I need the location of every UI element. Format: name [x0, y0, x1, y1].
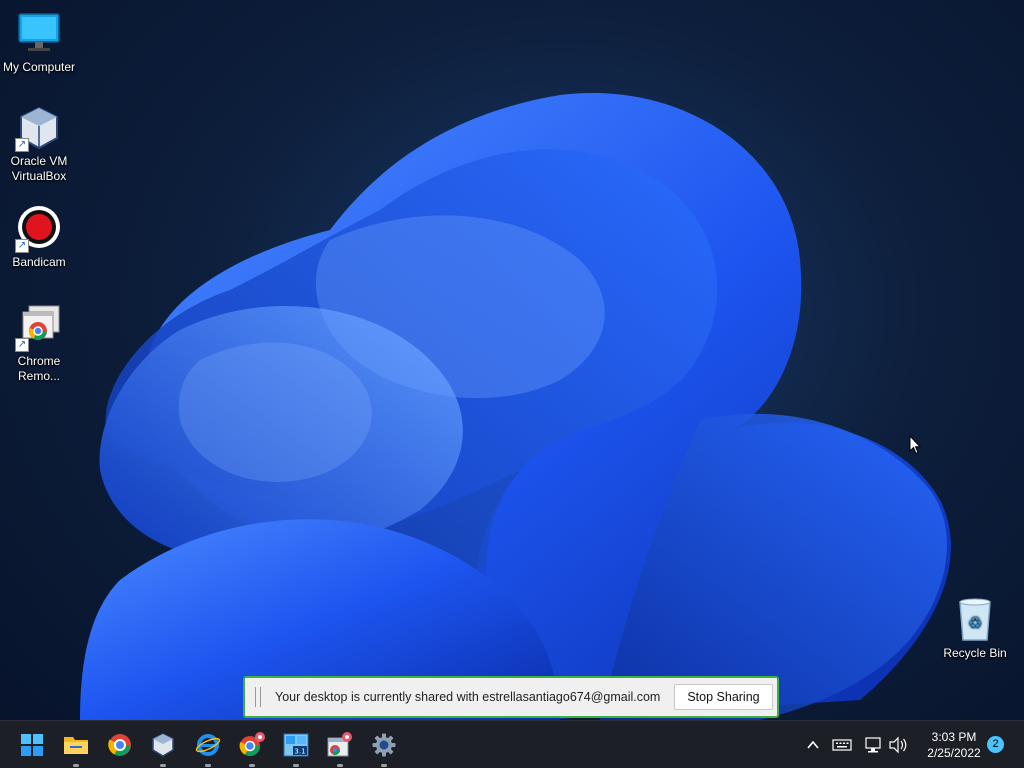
shortcut-arrow-icon: ↗ [15, 338, 29, 352]
mouse-cursor-icon [909, 435, 921, 455]
running-indicator [249, 764, 255, 767]
chevron-up-icon [807, 740, 819, 749]
sharing-message: Your desktop is currently shared with es… [275, 690, 661, 704]
file-explorer-icon [64, 737, 88, 754]
bandicam-icon: ↗ [15, 205, 63, 253]
taskbar-chrome[interactable] [104, 729, 136, 761]
desktop-icon-label: Recycle Bin [943, 646, 1007, 660]
svg-text:♻: ♻ [968, 613, 982, 632]
clock-button[interactable]: 3:03 PM 2/25/2022 [918, 729, 990, 761]
running-indicator [205, 764, 211, 767]
recycle-bin-icon: ♻ [951, 596, 999, 644]
taskbar-windows-3-1[interactable]: 3.1 [280, 729, 312, 767]
running-indicator [337, 764, 343, 767]
volume-button[interactable] [888, 721, 908, 768]
taskbar-settings[interactable] [368, 729, 400, 767]
chrome-remote-icon [239, 732, 265, 756]
network-icon [865, 737, 881, 753]
running-indicator [293, 764, 299, 767]
desktop-icon-recycle-bin[interactable]: ♻ Recycle Bin [936, 596, 1014, 661]
windows-3-1-icon: 3.1 [283, 733, 309, 757]
desktop-icon-label: My Computer [2, 60, 76, 74]
chrome-icon [108, 734, 131, 756]
internet-explorer-icon [195, 734, 221, 756]
desktop-icon-my-computer[interactable]: My Computer [0, 10, 78, 75]
desktop-icon-chrome-remote-desktop[interactable]: ↗ Chrome Remo... [0, 304, 78, 384]
desktop-icon-oracle-vm-virtualbox[interactable]: ↗ Oracle VM VirtualBox [0, 104, 78, 184]
windows-3-1-label: 3.1 [294, 748, 305, 756]
taskbar-virtualbox[interactable] [147, 729, 179, 767]
taskbar-file-explorer[interactable] [60, 729, 92, 767]
desktop-icon-bandicam[interactable]: ↗ Bandicam [0, 205, 78, 270]
show-hidden-icons-button[interactable] [805, 721, 821, 768]
running-indicator [160, 764, 166, 767]
control-panel-icon [327, 732, 352, 757]
taskbar: 3.1 3:03 PM 2/25/2022 [0, 720, 1024, 768]
virtualbox-icon [152, 733, 174, 757]
clock-date: 2/25/2022 [927, 746, 981, 760]
virtualbox-icon: ↗ [15, 104, 63, 152]
running-indicator [381, 764, 387, 767]
taskbar-internet-explorer[interactable] [192, 729, 224, 767]
start-icon [21, 734, 43, 756]
network-button[interactable] [863, 721, 883, 768]
running-indicator [73, 764, 79, 767]
clock-time: 3:03 PM [931, 730, 977, 744]
wallpaper-bloom [80, 92, 951, 720]
monitor-icon [15, 10, 63, 58]
desktop-icon-label: Bandicam [12, 255, 66, 269]
shortcut-arrow-icon: ↗ [15, 239, 29, 253]
desktop-icon-label: Oracle VM VirtualBox [10, 154, 68, 183]
keyboard-icon [832, 739, 852, 751]
shortcut-arrow-icon: ↗ [15, 138, 29, 152]
start-button[interactable] [16, 729, 48, 761]
notification-badge[interactable]: 2 [987, 736, 1004, 753]
desktop-sharing-bar: Your desktop is currently shared with es… [243, 676, 779, 718]
chrome-remote-desktop-icon: ↗ [15, 304, 63, 352]
taskbar-chrome-remote[interactable] [236, 729, 268, 767]
taskbar-control-panel[interactable] [324, 729, 356, 767]
settings-gear-icon [372, 733, 396, 757]
drag-handle[interactable] [255, 687, 261, 707]
volume-icon [889, 736, 907, 754]
stop-sharing-button[interactable]: Stop Sharing [674, 684, 773, 710]
desktop-icon-label: Chrome Remo... [17, 354, 61, 383]
keyboard-button[interactable] [832, 721, 852, 768]
